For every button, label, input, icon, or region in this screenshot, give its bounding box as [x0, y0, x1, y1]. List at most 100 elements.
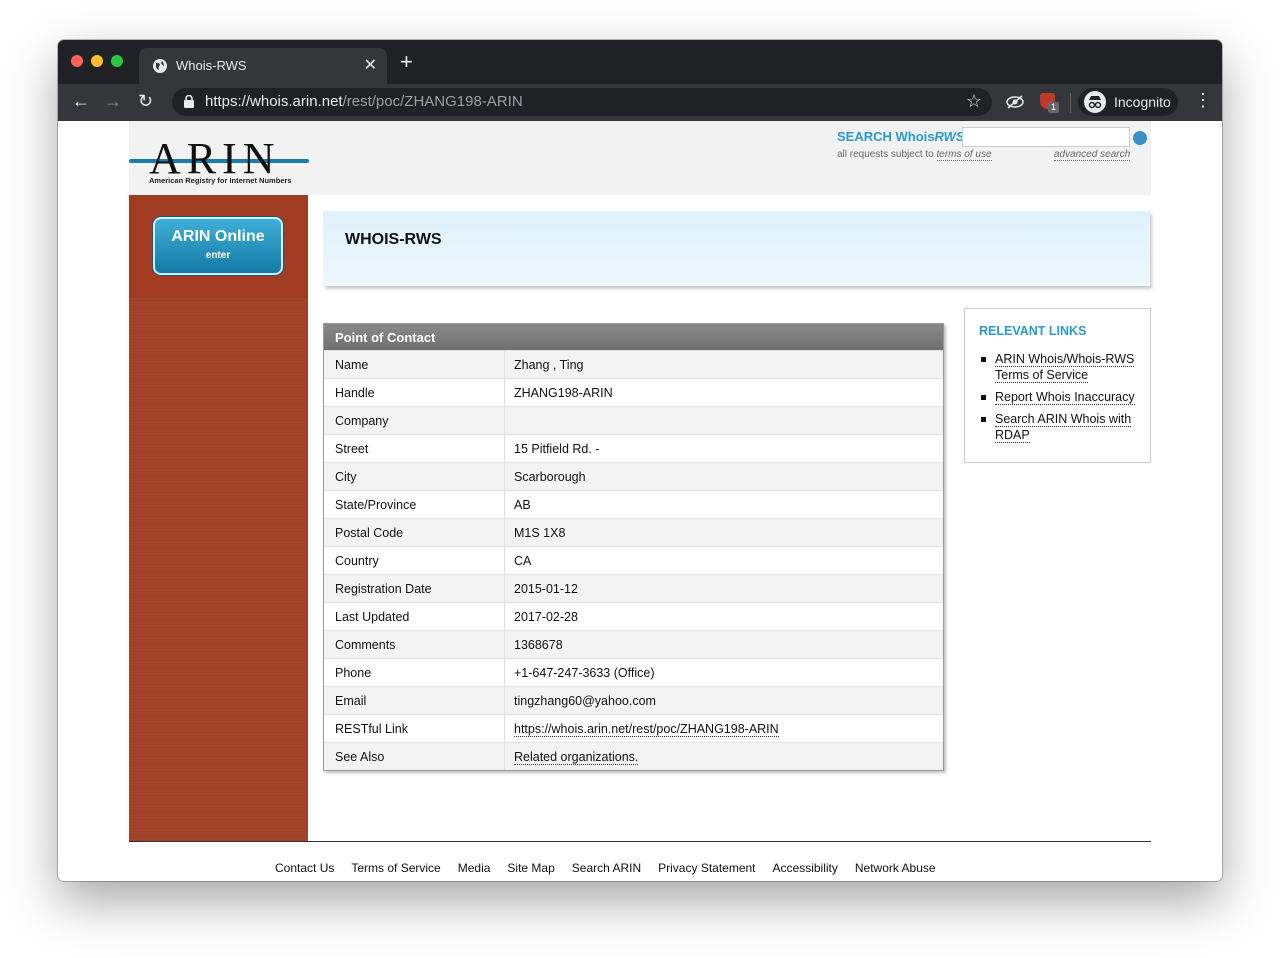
row-label: RESTful Link	[335, 722, 408, 736]
page-banner: WHOIS-RWS	[323, 211, 1150, 286]
arin-online-title: ARIN Online	[171, 228, 265, 245]
bookmark-star-icon[interactable]: ☆	[966, 91, 982, 112]
row-separator	[504, 575, 505, 602]
footer-link[interactable]: Contact Us	[275, 861, 334, 875]
relevant-link-item[interactable]: ARIN Whois/Whois-RWS Terms of Service	[979, 351, 1139, 383]
url-scheme: https://	[205, 93, 251, 110]
row-label: Handle	[335, 386, 375, 400]
arin-logo[interactable]: ARIN American Registry for Internet Numb…	[129, 133, 309, 188]
row-value: 2017-02-28	[514, 610, 578, 624]
relevant-link-text[interactable]: Search ARIN Whois with RDAP	[995, 412, 1132, 443]
row-value: 2015-01-12	[514, 582, 578, 596]
footer-divider	[129, 841, 1151, 842]
row-value-link[interactable]: Related organizations.	[514, 750, 639, 765]
table-row: Country CA	[324, 546, 943, 574]
footer-link[interactable]: Terms of Service	[351, 861, 440, 875]
relevant-links-panel: RELEVANT LINKS ARIN Whois/Whois-RWS Term…	[964, 308, 1151, 463]
relevant-link-text[interactable]: Report Whois Inaccuracy	[995, 390, 1135, 405]
footer-links: Contact Us Terms of Service Media Site Map S…	[275, 861, 953, 875]
footer-link[interactable]: Site Map	[507, 861, 554, 875]
row-label: Email	[335, 694, 367, 708]
row-separator	[504, 379, 505, 406]
sidebar: ARIN Online enter	[129, 195, 308, 841]
row-value: Zhang , Ting	[514, 358, 584, 372]
whois-search-input[interactable]	[962, 127, 1130, 147]
row-value: +1-647-247-3633 (Office)	[514, 666, 655, 680]
table-row: City Scarborough	[324, 462, 943, 490]
row-value: CA	[514, 554, 532, 568]
new-tab-button[interactable]: +	[400, 51, 413, 73]
url-text: https://whois.arin.net/rest/poc/ZHANG198…	[205, 93, 523, 110]
relevant-links-heading: RELEVANT LINKS	[979, 324, 1087, 338]
row-value: M1S 1X8	[514, 526, 566, 540]
tab-whois-rws[interactable]: Whois-RWS ✕	[139, 48, 387, 84]
row-value: 15 Pitfield Rd. -	[514, 442, 600, 456]
row-value: Scarborough	[514, 470, 586, 484]
zoom-window-button[interactable]	[111, 55, 123, 67]
row-separator	[504, 659, 505, 686]
extension-eye-icon[interactable]	[1006, 93, 1024, 111]
site-header: ARIN American Registry for Internet Numb…	[129, 121, 1151, 195]
row-label: Registration Date	[335, 582, 432, 596]
table-row: Postal Code M1S 1X8	[324, 518, 943, 546]
row-label: City	[335, 470, 357, 484]
footer-link[interactable]: Privacy Statement	[658, 861, 755, 875]
row-label: See Also	[335, 750, 385, 764]
toolbar-divider	[1070, 93, 1071, 113]
row-value-link[interactable]: https://whois.arin.net/rest/poc/ZHANG198…	[514, 722, 779, 737]
row-value: 1368678	[514, 638, 563, 652]
relevant-link-item[interactable]: Report Whois Inaccuracy	[979, 389, 1139, 405]
browser-toolbar: ← → ↻ https://whois.arin.net/rest/poc/ZH…	[58, 84, 1222, 121]
terms-of-use-link[interactable]: terms of use	[936, 149, 992, 161]
reload-icon[interactable]: ↻	[138, 91, 153, 112]
table-row: Comments 1368678	[324, 630, 943, 658]
row-separator	[504, 687, 505, 714]
row-separator	[504, 407, 505, 434]
incognito-label: Incognito	[1114, 94, 1171, 110]
footer-link[interactable]: Network Abuse	[855, 861, 936, 875]
minimize-window-button[interactable]	[91, 55, 103, 67]
search-label: SEARCH WhoisRWS	[837, 129, 965, 144]
tab-close-icon[interactable]: ✕	[364, 55, 377, 75]
ublock-extension-icon[interactable]: 1	[1040, 93, 1059, 113]
relevant-link-item[interactable]: Search ARIN Whois with RDAP	[979, 411, 1139, 443]
tab-bar: Whois-RWS ✕ +	[58, 40, 1222, 84]
table-row: See Also Related organizations.	[324, 742, 943, 770]
table-row: Company	[324, 406, 943, 434]
footer-link[interactable]: Search ARIN	[572, 861, 641, 875]
footer-link[interactable]: Accessibility	[773, 861, 838, 875]
footer-link[interactable]: Media	[458, 861, 491, 875]
back-icon[interactable]: ←	[72, 91, 90, 112]
row-separator	[504, 715, 505, 742]
row-separator	[504, 743, 505, 770]
incognito-icon	[1084, 91, 1106, 113]
row-separator	[504, 351, 505, 378]
row-value: AB	[514, 498, 531, 512]
row-label: Name	[335, 358, 369, 372]
arin-online-button[interactable]: ARIN Online enter	[153, 217, 283, 275]
relevant-link-text[interactable]: ARIN Whois/Whois-RWS Terms of Service	[995, 352, 1135, 383]
url-host: whois.arin.net	[250, 93, 343, 110]
row-value: ZHANG198-ARIN	[514, 386, 613, 400]
row-separator	[504, 491, 505, 518]
table-row: Name Zhang , Ting	[324, 350, 943, 378]
incognito-profile-button[interactable]: Incognito	[1078, 88, 1178, 116]
browser-menu-icon[interactable]: ⋮	[1194, 90, 1212, 111]
table-row: Handle ZHANG198-ARIN	[324, 378, 943, 406]
point-of-contact-table: Point of Contact Name Zhang , Ting Handle Z…	[323, 323, 944, 771]
search-go-icon[interactable]	[1133, 131, 1147, 145]
globe-icon	[153, 59, 167, 73]
table-row: Last Updated 2017-02-28	[324, 602, 943, 630]
advanced-search-link[interactable]: advanced search	[1054, 149, 1131, 161]
row-label: Last Updated	[335, 610, 410, 624]
row-value: tingzhang60@yahoo.com	[514, 694, 656, 708]
row-label: Postal Code	[335, 526, 404, 540]
table-row: Street 15 Pitfield Rd. -	[324, 434, 943, 462]
address-bar[interactable]: https://whois.arin.net/rest/poc/ZHANG198…	[172, 88, 992, 116]
forward-icon[interactable]: →	[104, 91, 122, 112]
lock-icon	[184, 95, 194, 108]
arin-online-enter: enter	[205, 250, 231, 261]
close-window-button[interactable]	[71, 55, 83, 67]
tab-title: Whois-RWS	[176, 58, 247, 73]
relevant-links-list: ARIN Whois/Whois-RWS Terms of Service Rep…	[979, 351, 1139, 449]
